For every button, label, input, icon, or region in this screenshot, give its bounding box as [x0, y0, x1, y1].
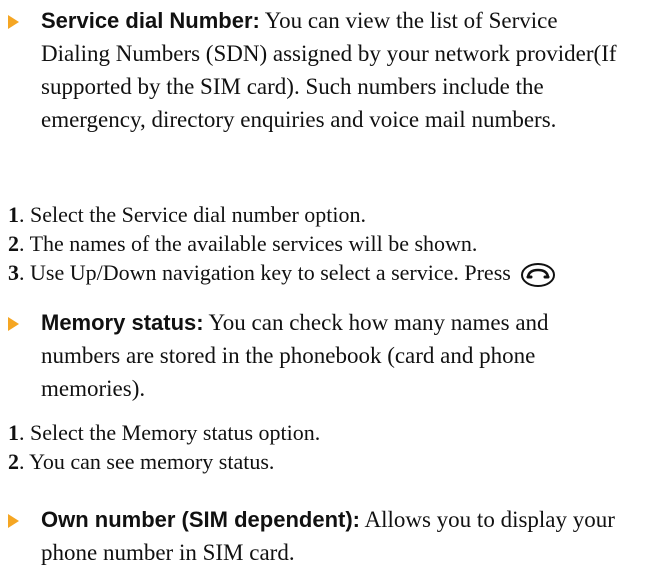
section-heading: Own number (SIM dependent):	[41, 507, 360, 532]
bullet-arrow-icon	[8, 514, 19, 528]
bullet-arrow-icon	[8, 15, 19, 29]
manual-page: Service dial Number: You can view the li…	[0, 0, 652, 571]
step-item: 3. Use Up/Down navigation key to select …	[8, 258, 632, 288]
step-item: 1. Select the Memory status option.	[8, 418, 632, 447]
step-text: . Select the Service dial number option.	[19, 202, 367, 227]
step-number: 2	[8, 231, 19, 256]
steps-memory-status: 1. Select the Memory status option. 2. Y…	[8, 418, 632, 476]
section-body: Memory status: You can check how many na…	[41, 306, 632, 405]
step-text: . The names of the available services wi…	[19, 231, 478, 256]
step-item: 1. Select the Service dial number option…	[8, 200, 632, 229]
section-heading: Service dial Number:	[41, 8, 260, 33]
steps-service-dial: 1. Select the Service dial number option…	[8, 200, 632, 288]
section-own-number: Own number (SIM dependent): Allows you t…	[8, 503, 632, 569]
step-number: 1	[8, 202, 19, 227]
step-number: 3	[8, 260, 19, 285]
step-text: . Use Up/Down navigation key to select a…	[19, 260, 511, 285]
send-key-icon	[521, 262, 556, 287]
section-body: Own number (SIM dependent): Allows you t…	[41, 503, 632, 569]
step-text: . Select the Memory status option.	[19, 420, 321, 445]
step-number: 1	[8, 420, 19, 445]
section-service-dial-number: Service dial Number: You can view the li…	[8, 4, 632, 136]
section-body: Service dial Number: You can view the li…	[41, 4, 632, 136]
bullet-arrow-icon	[8, 317, 19, 331]
section-heading: Memory status:	[41, 310, 204, 335]
step-number: 2	[8, 449, 19, 474]
section-memory-status: Memory status: You can check how many na…	[8, 306, 632, 405]
step-item: 2. The names of the available services w…	[8, 229, 632, 258]
step-item: 2. You can see memory status.	[8, 447, 632, 476]
step-text: . You can see memory status.	[19, 449, 275, 474]
